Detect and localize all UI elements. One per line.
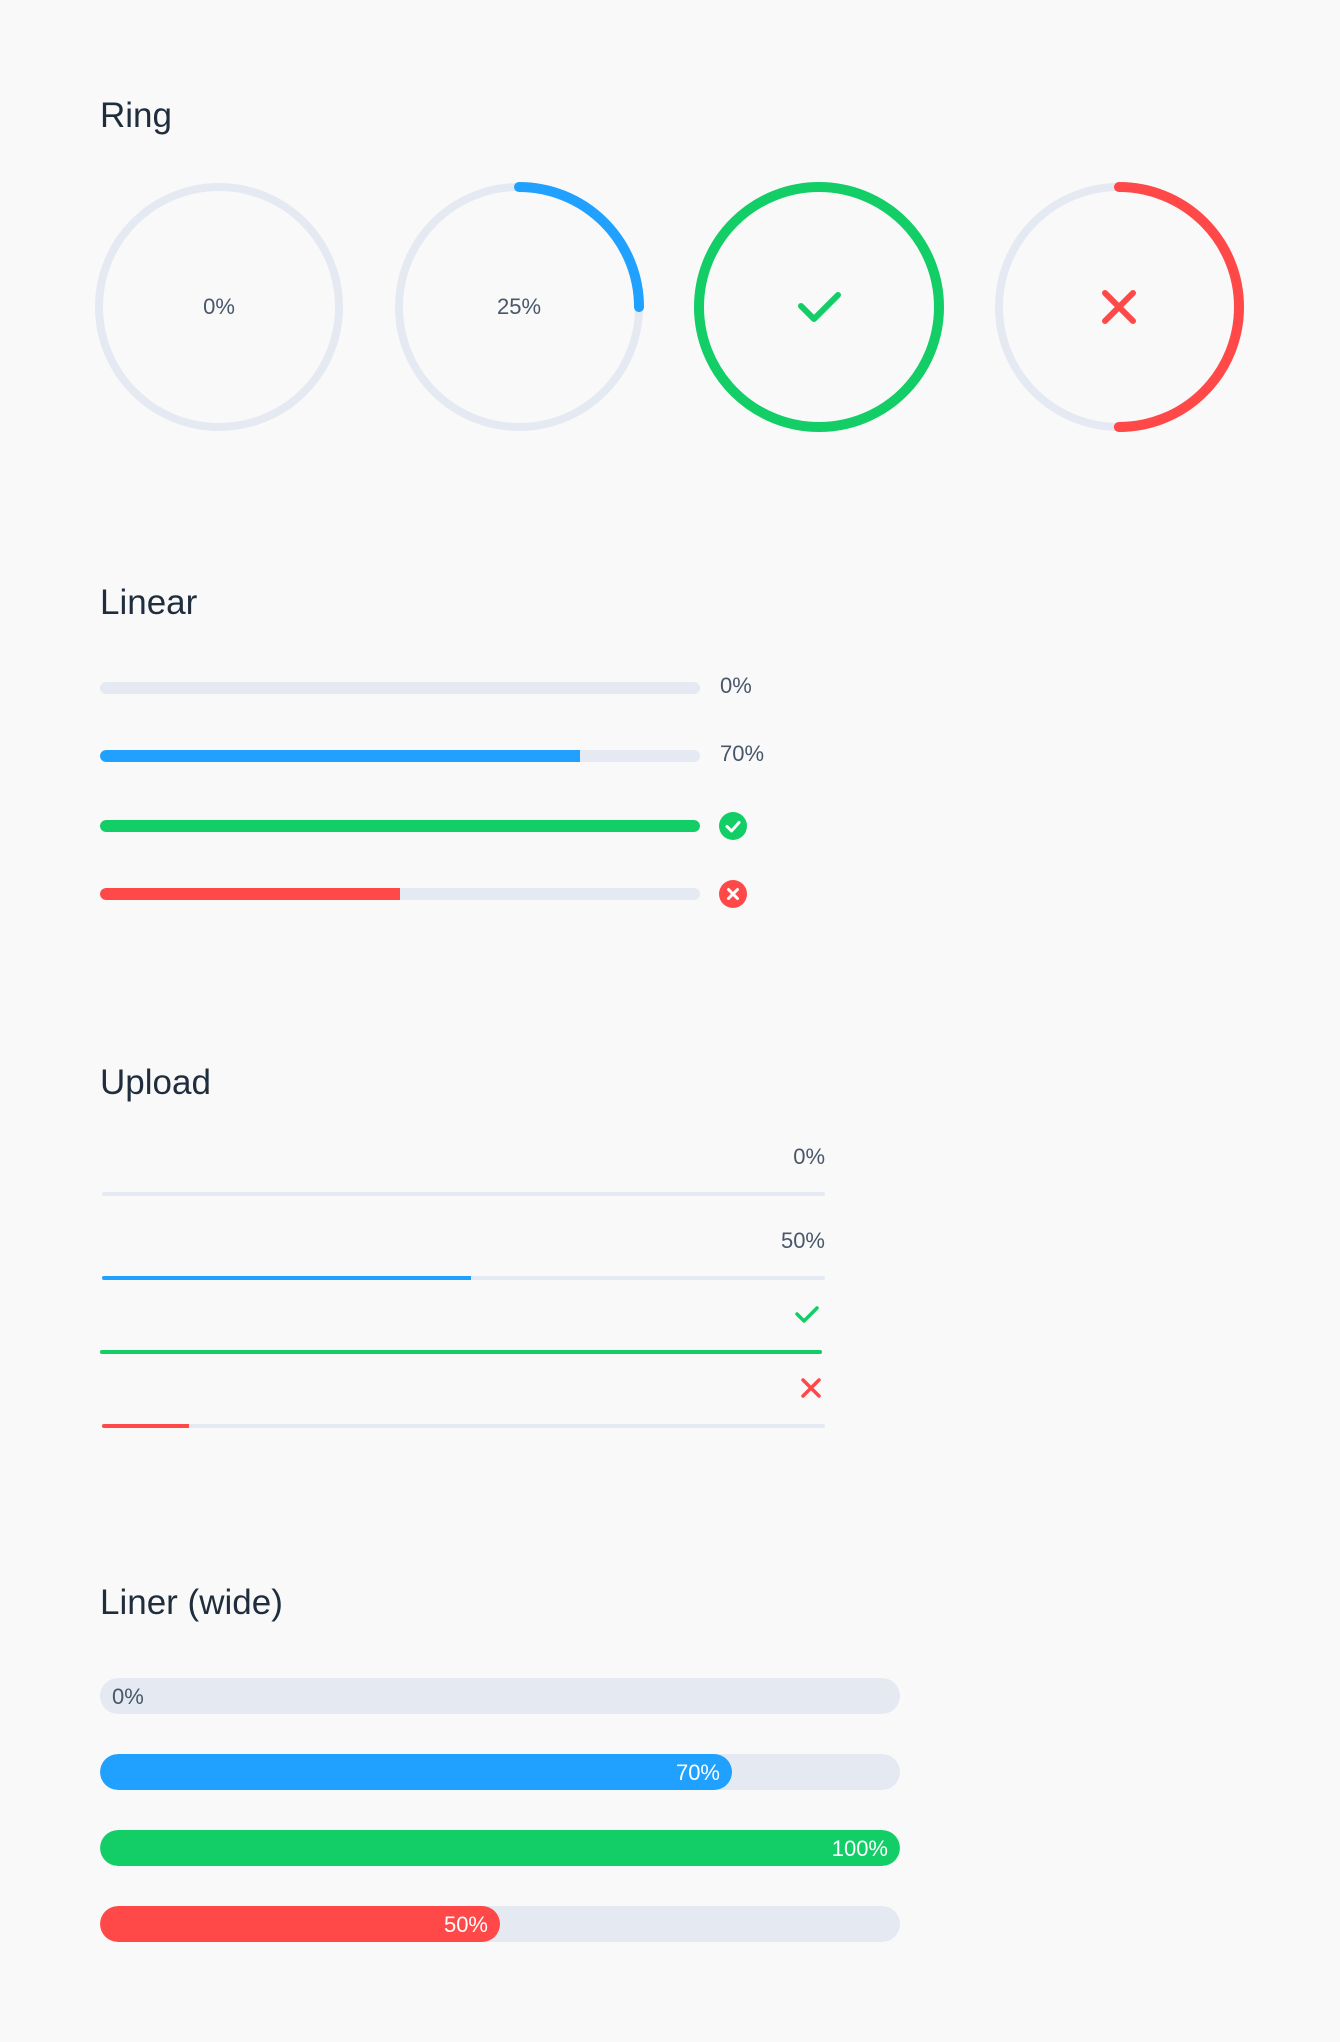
wide-section-title: Liner (wide) bbox=[100, 1583, 283, 1622]
ring-progress-success-graphic bbox=[694, 182, 944, 432]
linear-track bbox=[100, 682, 700, 694]
upload-track bbox=[100, 1350, 822, 1354]
wide-track: 70% bbox=[100, 1754, 900, 1790]
wide-progress-label: 70% bbox=[675, 1760, 720, 1785]
close-icon bbox=[1102, 290, 1136, 324]
wide-progress-label: 0% bbox=[112, 1684, 144, 1709]
wide-progress-label: 50% bbox=[443, 1912, 488, 1937]
ring-progress-label: 0% bbox=[203, 294, 235, 319]
ring-arc bbox=[694, 182, 944, 432]
wide-fill: 50% bbox=[100, 1906, 500, 1942]
linear-section-title: Linear bbox=[100, 583, 198, 622]
wide-track: 50% bbox=[100, 1906, 900, 1942]
wide-track: 100% bbox=[100, 1830, 900, 1866]
linear-progress-0: 0% bbox=[100, 668, 800, 708]
linear-track bbox=[100, 820, 700, 832]
ring-progress-success bbox=[694, 182, 944, 432]
ring-progress-label: 25% bbox=[496, 294, 542, 319]
upload-progress-label: 0% bbox=[793, 1144, 825, 1169]
ring-progress-0: 0% bbox=[94, 182, 344, 432]
upload-fill bbox=[100, 1350, 822, 1354]
linear-fill bbox=[100, 820, 700, 832]
wide-track: 0% bbox=[100, 1678, 900, 1714]
wide-fill: 70% bbox=[100, 1754, 732, 1790]
linear-progress-label: 70% bbox=[720, 741, 765, 766]
upload-progress-0: 0% bbox=[100, 1142, 825, 1202]
ring-section-title: Ring bbox=[100, 96, 172, 135]
ring-progress-exception-graphic bbox=[994, 182, 1244, 432]
linear-fill bbox=[100, 750, 580, 762]
linear-progress-70: 70% bbox=[100, 736, 800, 776]
wide-progress-0: 0% bbox=[100, 1678, 900, 1714]
wide-progress-success: 100% bbox=[100, 1830, 900, 1866]
ring-progress-exception bbox=[994, 182, 1244, 432]
linear-track bbox=[100, 750, 700, 762]
wide-progress-label: 100% bbox=[831, 1836, 888, 1861]
check-icon bbox=[798, 292, 841, 322]
upload-track bbox=[102, 1424, 825, 1428]
upload-progress-label: 50% bbox=[780, 1228, 825, 1253]
linear-track bbox=[100, 888, 700, 900]
wide-fill: 100% bbox=[100, 1830, 900, 1866]
linear-progress-label: 0% bbox=[720, 673, 752, 698]
linear-progress-exception bbox=[100, 874, 800, 914]
linear-fill bbox=[100, 888, 400, 900]
close-icon bbox=[801, 1378, 821, 1398]
ring-progress-25: 25% bbox=[394, 182, 644, 432]
check-icon bbox=[795, 1306, 819, 1323]
upload-progress-50: 50% bbox=[100, 1226, 825, 1286]
wide-progress-exception: 50% bbox=[100, 1906, 900, 1942]
upload-track bbox=[102, 1192, 825, 1196]
check-circle-icon bbox=[719, 812, 747, 840]
linear-progress-success bbox=[100, 806, 800, 846]
upload-progress-exception bbox=[100, 1374, 825, 1434]
upload-progress-success bbox=[100, 1300, 825, 1360]
upload-fill bbox=[102, 1424, 189, 1428]
wide-progress-70: 70% bbox=[100, 1754, 900, 1790]
upload-fill bbox=[102, 1276, 471, 1280]
close-circle-icon bbox=[719, 880, 747, 908]
upload-track bbox=[102, 1276, 825, 1280]
upload-section-title: Upload bbox=[100, 1063, 211, 1102]
